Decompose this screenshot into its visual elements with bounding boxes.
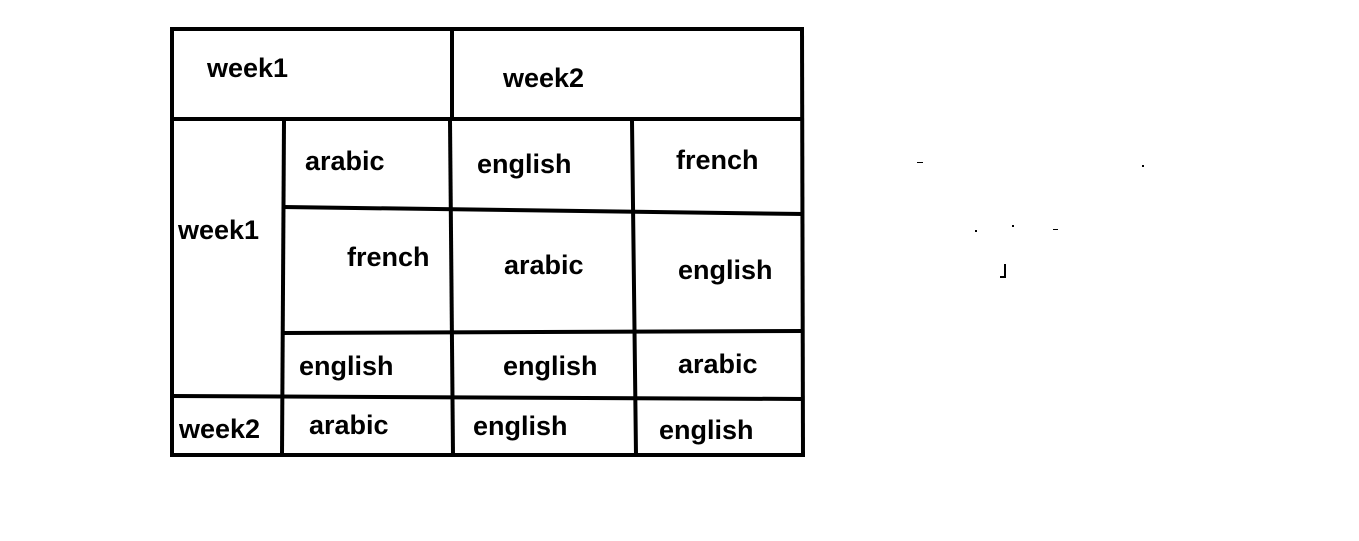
cell-r3c3: arabic xyxy=(678,349,758,379)
row-week1-label: week1 xyxy=(177,215,259,245)
stray-mark xyxy=(1053,229,1058,230)
stray-mark xyxy=(1012,225,1014,227)
cell-r1c1: arabic xyxy=(305,146,385,176)
cell-r3c1: english xyxy=(299,351,394,381)
row-divider-1 xyxy=(281,204,805,217)
schedule-diagram: week1 week2 week1 week2 arabic english f… xyxy=(169,26,1144,458)
table-grid xyxy=(169,26,806,458)
stray-mark xyxy=(1000,276,1005,278)
stray-marks xyxy=(917,162,1144,278)
cell-r4c1: arabic xyxy=(309,410,389,440)
cell-r2c2: arabic xyxy=(504,250,584,280)
cell-r2c1: french xyxy=(347,242,430,272)
cell-r3c2: english xyxy=(503,351,598,381)
cell-r4c3: english xyxy=(659,415,754,445)
stray-mark xyxy=(1142,165,1144,167)
cell-r1c3: french xyxy=(676,145,759,175)
row-week2-label: week2 xyxy=(178,414,260,444)
cell-r2c3: english xyxy=(678,255,773,285)
outer-border-right xyxy=(799,26,806,458)
stray-mark xyxy=(917,162,923,163)
column-divider-1 xyxy=(447,118,456,458)
header-week2-label: week2 xyxy=(502,63,584,93)
cell-r1c2: english xyxy=(477,149,572,179)
header-week1-label: week1 xyxy=(206,53,288,83)
cell-r4c2: english xyxy=(473,411,568,441)
stray-mark xyxy=(1004,264,1006,278)
stray-mark xyxy=(975,230,977,232)
column-divider-2 xyxy=(629,118,639,458)
row-divider-3 xyxy=(169,393,805,402)
row-divider-2 xyxy=(281,328,805,336)
row-label-divider xyxy=(279,118,287,458)
